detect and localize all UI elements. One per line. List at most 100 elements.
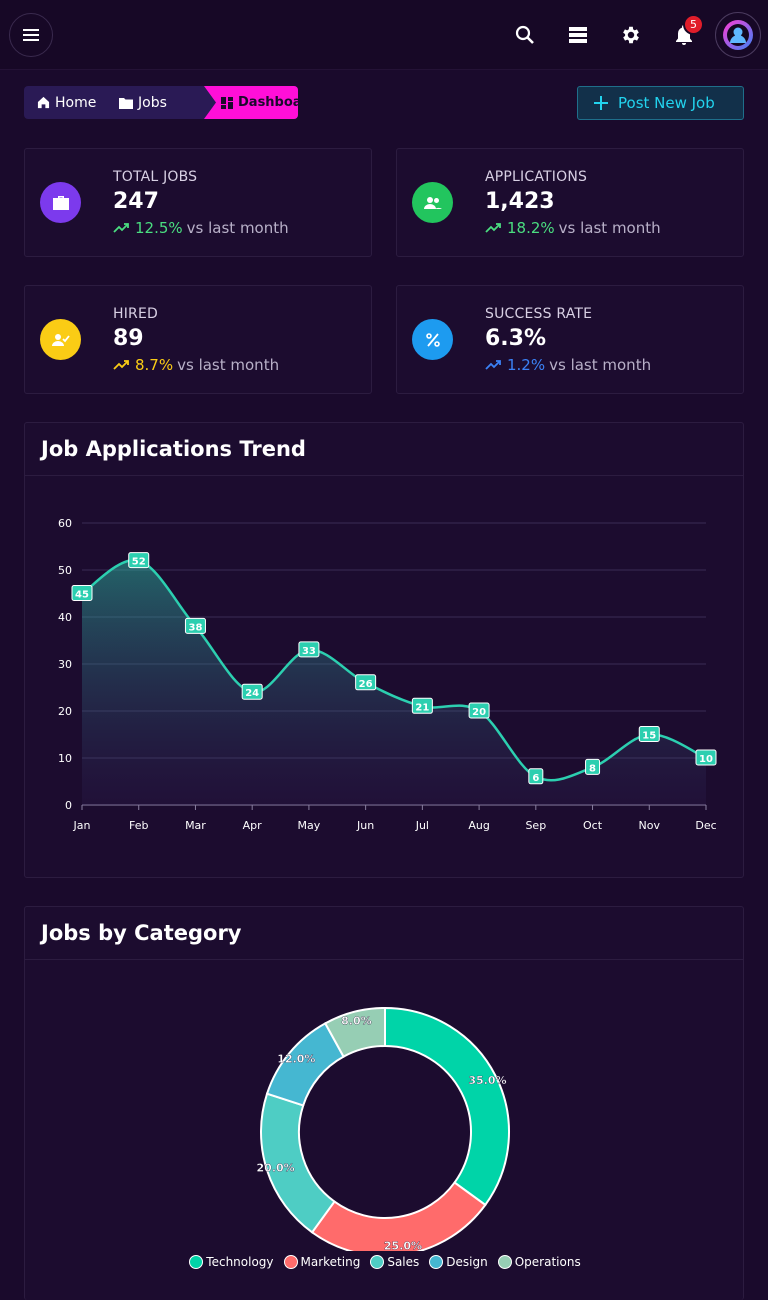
legend-swatch <box>429 1255 444 1269</box>
data-label: 38 <box>188 622 202 633</box>
legend-label: Design <box>446 1255 488 1269</box>
layers-button[interactable] <box>563 20 593 50</box>
list-view-icon <box>569 27 587 43</box>
legend-label: Sales <box>387 1255 420 1269</box>
stat-label: APPLICATIONS <box>485 169 588 185</box>
legend-swatch <box>283 1255 298 1269</box>
search-button[interactable] <box>510 20 540 50</box>
search-icon <box>515 25 534 44</box>
legend-item[interactable]: Technology <box>189 1255 274 1269</box>
legend-item[interactable]: Marketing <box>283 1255 361 1269</box>
percent-icon <box>425 332 440 347</box>
legend-item[interactable]: Design <box>429 1255 488 1269</box>
stat-suffix: vs last month <box>186 219 289 237</box>
data-label: 26 <box>359 679 373 690</box>
stat-value: 89 <box>113 326 144 351</box>
trending-up-icon <box>113 223 129 233</box>
panel-title: Job Applications Trend <box>25 423 743 476</box>
data-label: 52 <box>132 557 146 568</box>
user-check-icon <box>51 333 70 346</box>
legend-label: Marketing <box>300 1255 361 1269</box>
y-tick-label: 40 <box>58 611 72 624</box>
stat-card-hired: HIRED 89 8.7% vs last month <box>24 285 372 394</box>
stat-card-total-jobs: TOTAL JOBS 247 12.5% vs last month <box>24 148 372 257</box>
stat-icon-circle <box>412 182 453 223</box>
chart-legend: Technology Marketing Sales Design Operations <box>25 1255 745 1269</box>
series-area <box>82 559 706 805</box>
stat-label: TOTAL JOBS <box>113 169 198 185</box>
stat-trend: 8.7% vs last month <box>113 356 279 374</box>
slice-label: 8.0% <box>341 1015 372 1028</box>
y-tick-label: 0 <box>65 799 72 812</box>
y-tick-label: 20 <box>58 705 72 718</box>
trending-up-icon <box>113 360 129 370</box>
pie-slice <box>384 1006 510 1207</box>
post-new-job-label: Post New Job <box>618 94 715 112</box>
stat-value: 1,423 <box>485 189 555 214</box>
x-tick-label: Jan <box>73 819 91 832</box>
menu-button[interactable] <box>9 13 53 57</box>
stat-icon-circle <box>412 319 453 360</box>
legend-item[interactable]: Operations <box>497 1255 581 1269</box>
breadcrumb-dashboard[interactable]: Dashboard <box>204 86 298 119</box>
slice-label: 25.0% <box>384 1240 422 1251</box>
trend-chart: 0 10 20 30 40 50 60 Jan Feb Mar Apr May Jun Jul Aug Sep… <box>58 517 717 832</box>
post-new-job-button[interactable]: Post New Job <box>577 86 744 120</box>
stat-change: 8.7% <box>135 356 174 374</box>
breadcrumb-home[interactable]: Home <box>37 86 96 119</box>
data-label: 10 <box>699 754 713 765</box>
x-tick-label: Jun <box>356 819 374 832</box>
stat-trend: 18.2% vs last month <box>485 219 661 237</box>
legend-label: Operations <box>514 1255 581 1269</box>
stat-label: HIRED <box>113 306 159 322</box>
jobs-by-category-panel: Jobs by Category 35.0% 25.0% 20.0% 12.0% 8.0… <box>24 906 744 1300</box>
y-tick-label: 30 <box>58 658 72 671</box>
stat-value: 6.3% <box>485 326 547 351</box>
data-label: 24 <box>245 688 259 699</box>
breadcrumb-jobs-label: Jobs <box>138 94 167 111</box>
category-donut-chart: 35.0% 25.0% 20.0% 12.0% 8.0% <box>256 1006 510 1251</box>
data-label: 20 <box>472 707 486 718</box>
job-applications-trend-panel: Job Applications Trend 0 10 20 30 40 50 60 Jan F… <box>24 422 744 878</box>
x-tick-label: Aug <box>468 819 489 832</box>
legend-swatch <box>370 1255 385 1269</box>
legend-swatch <box>497 1255 512 1269</box>
breadcrumb-home-label: Home <box>55 94 97 111</box>
trending-up-icon <box>485 223 501 233</box>
stat-change: 12.5% <box>135 219 183 237</box>
y-tick-label: 50 <box>58 564 72 577</box>
data-label: 15 <box>642 731 656 742</box>
x-tick-label: Mar <box>185 819 206 832</box>
slice-label: 20.0% <box>257 1162 295 1175</box>
hamburger-icon <box>23 29 39 41</box>
settings-button[interactable] <box>616 20 646 50</box>
avatar[interactable] <box>715 12 761 58</box>
data-label: 33 <box>302 646 316 657</box>
stat-icon-circle <box>40 182 81 223</box>
legend-label: Technology <box>206 1255 274 1269</box>
users-icon <box>423 196 442 209</box>
x-tick-label: Nov <box>639 819 661 832</box>
stat-suffix: vs last month <box>177 356 280 374</box>
data-label: 21 <box>415 702 429 713</box>
stat-trend: 1.2% vs last month <box>485 356 651 374</box>
x-tick-label: Feb <box>129 819 148 832</box>
notification-badge: 5 <box>683 14 704 35</box>
y-tick-label: 10 <box>58 752 72 765</box>
briefcase-icon <box>52 195 69 210</box>
home-icon <box>37 96 50 109</box>
stat-suffix: vs last month <box>549 356 652 374</box>
breadcrumb-jobs[interactable]: Jobs <box>119 86 167 119</box>
panel-title: Jobs by Category <box>25 907 743 960</box>
stat-label: SUCCESS RATE <box>485 306 593 322</box>
legend-item[interactable]: Sales <box>370 1255 419 1269</box>
plus-icon <box>594 96 608 110</box>
data-label: 45 <box>75 590 89 601</box>
stat-card-success-rate: SUCCESS RATE 6.3% 1.2% vs last month <box>396 285 744 394</box>
gear-icon <box>623 26 639 44</box>
user-avatar-icon <box>723 20 753 50</box>
folder-icon <box>119 97 133 109</box>
top-bar: 5 <box>0 0 768 70</box>
stat-change: 18.2% <box>507 219 555 237</box>
dashboard-icon <box>221 96 233 109</box>
